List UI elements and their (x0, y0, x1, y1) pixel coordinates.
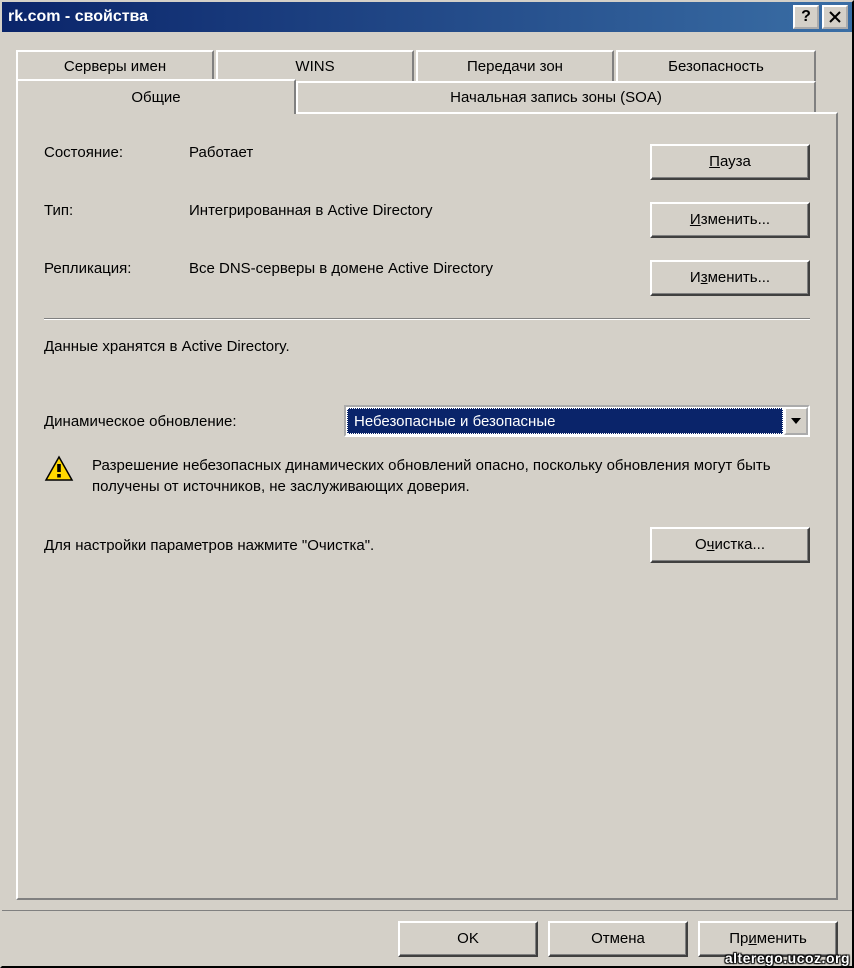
warning-row: Разрешение небезопасных динамических обн… (44, 455, 810, 497)
window-title: rk.com - свойства (8, 8, 790, 26)
replication-label: Репликация: (44, 260, 189, 277)
warning-icon (44, 455, 74, 483)
close-button[interactable] (822, 5, 848, 29)
tab-soa[interactable]: Начальная запись зоны (SOA) (296, 81, 816, 114)
combo-selected-value: Небезопасные и безопасные (347, 408, 783, 434)
dialog-footer: OK Отмена Применить (2, 910, 852, 966)
replication-value: Все DNS-серверы в домене Active Director… (189, 260, 650, 277)
separator (44, 318, 810, 320)
cleanup-row: Для настройки параметров нажмите "Очистк… (44, 527, 810, 563)
tab-row-front: Общие Начальная запись зоны (SOA) (16, 81, 838, 114)
cleanup-button[interactable]: Очистка... (650, 527, 810, 563)
tab-row-back: Серверы имен WINS Передачи зон Безопасно… (16, 50, 838, 81)
tab-general[interactable]: Общие (16, 79, 296, 114)
dynamic-update-label: Динамическое обновление: (44, 413, 344, 430)
client-area: Серверы имен WINS Передачи зон Безопасно… (2, 32, 852, 910)
tab-name-servers[interactable]: Серверы имен (16, 50, 214, 81)
dynamic-update-combo[interactable]: Небезопасные и безопасные (344, 405, 810, 437)
pause-button[interactable]: Пауза (650, 144, 810, 180)
warning-text: Разрешение небезопасных динамических обн… (92, 455, 810, 497)
state-label: Состояние: (44, 144, 189, 161)
help-button[interactable]: ? (793, 5, 819, 29)
cancel-button[interactable]: Отмена (548, 921, 688, 957)
close-icon (829, 11, 841, 23)
cleanup-hint: Для настройки параметров нажмите "Очистк… (44, 537, 650, 554)
apply-button[interactable]: Применить (698, 921, 838, 957)
type-row: Тип: Интегрированная в Active Directory … (44, 202, 810, 238)
replication-row: Репликация: Все DNS-серверы в домене Act… (44, 260, 810, 296)
combo-dropdown-button[interactable] (784, 407, 808, 435)
tab-panel-general: Состояние: Работает Пауза Тип: Интегриро… (16, 112, 838, 900)
type-label: Тип: (44, 202, 189, 219)
tab-zone-transfers[interactable]: Передачи зон (416, 50, 614, 81)
type-value: Интегрированная в Active Directory (189, 202, 650, 219)
state-value: Работает (189, 144, 650, 161)
tab-wins[interactable]: WINS (216, 50, 414, 81)
change-type-button[interactable]: Изменить... (650, 202, 810, 238)
properties-window: rk.com - свойства ? Серверы имен WINS Пе… (0, 0, 854, 968)
storage-text: Данные хранятся в Active Directory. (44, 338, 810, 355)
tab-security[interactable]: Безопасность (616, 50, 816, 81)
dynamic-update-row: Динамическое обновление: Небезопасные и … (44, 405, 810, 437)
ok-button[interactable]: OK (398, 921, 538, 957)
chevron-down-icon (791, 418, 801, 424)
titlebar[interactable]: rk.com - свойства ? (2, 2, 852, 32)
change-replication-button[interactable]: Изменить... (650, 260, 810, 296)
state-row: Состояние: Работает Пауза (44, 144, 810, 180)
